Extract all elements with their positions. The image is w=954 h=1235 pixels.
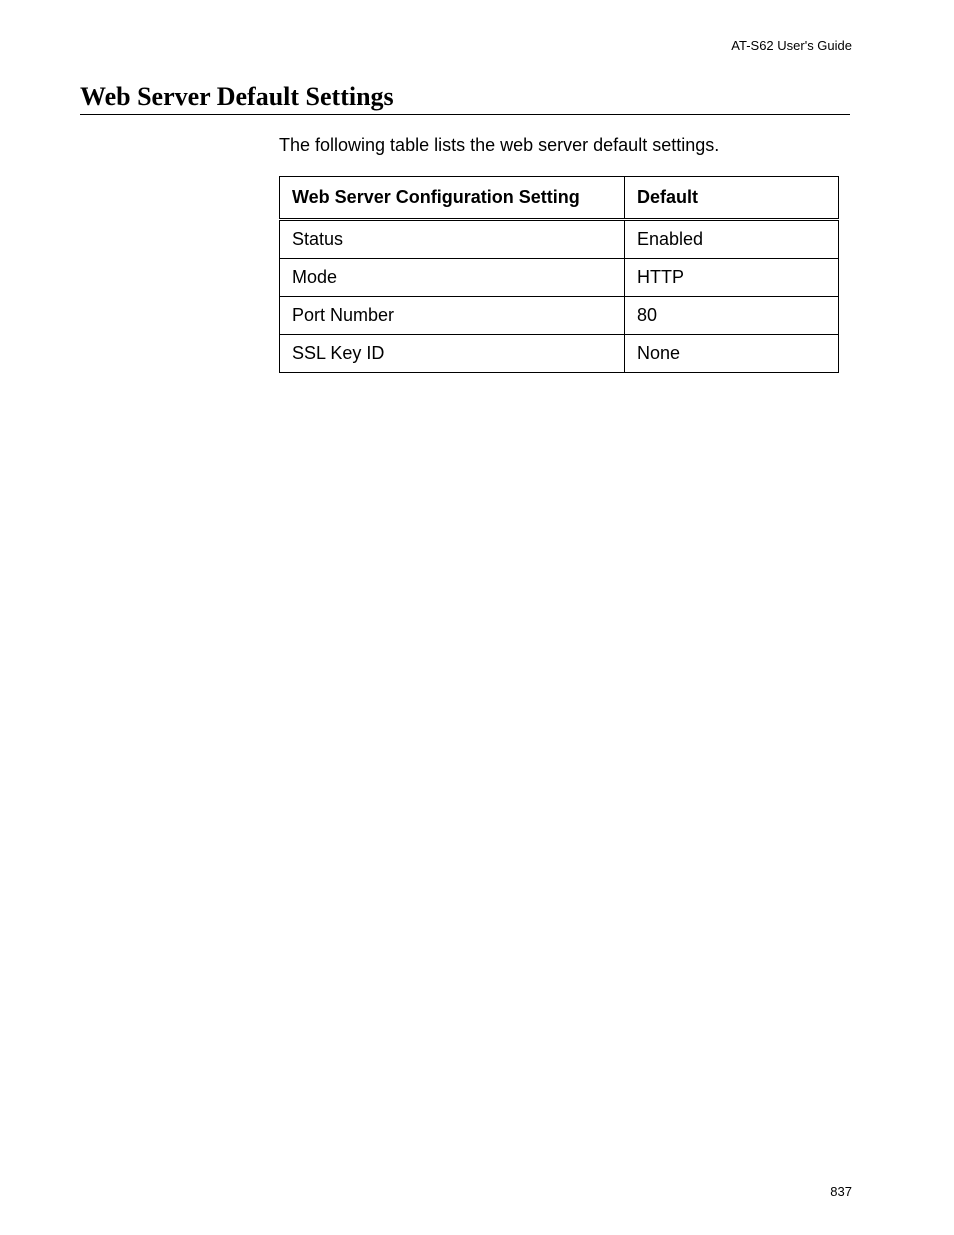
table-row: Status Enabled — [280, 220, 839, 259]
title-rule — [80, 114, 850, 115]
settings-table: Web Server Configuration Setting Default… — [279, 176, 839, 373]
table-row: Port Number 80 — [280, 297, 839, 335]
table-cell-default: Enabled — [625, 220, 839, 259]
table-cell-default: None — [625, 335, 839, 373]
table-header-row: Web Server Configuration Setting Default — [280, 177, 839, 220]
table-row: Mode HTTP — [280, 259, 839, 297]
table-cell-default: 80 — [625, 297, 839, 335]
table-cell-default: HTTP — [625, 259, 839, 297]
table-header-setting: Web Server Configuration Setting — [280, 177, 625, 220]
table-cell-setting: Port Number — [280, 297, 625, 335]
intro-text: The following table lists the web server… — [279, 135, 719, 156]
header-guide-name: AT-S62 User's Guide — [731, 38, 852, 53]
table-cell-setting: SSL Key ID — [280, 335, 625, 373]
table-cell-setting: Status — [280, 220, 625, 259]
page-number: 837 — [830, 1184, 852, 1199]
table-header-default: Default — [625, 177, 839, 220]
section-title: Web Server Default Settings — [80, 82, 394, 112]
table-cell-setting: Mode — [280, 259, 625, 297]
table-row: SSL Key ID None — [280, 335, 839, 373]
